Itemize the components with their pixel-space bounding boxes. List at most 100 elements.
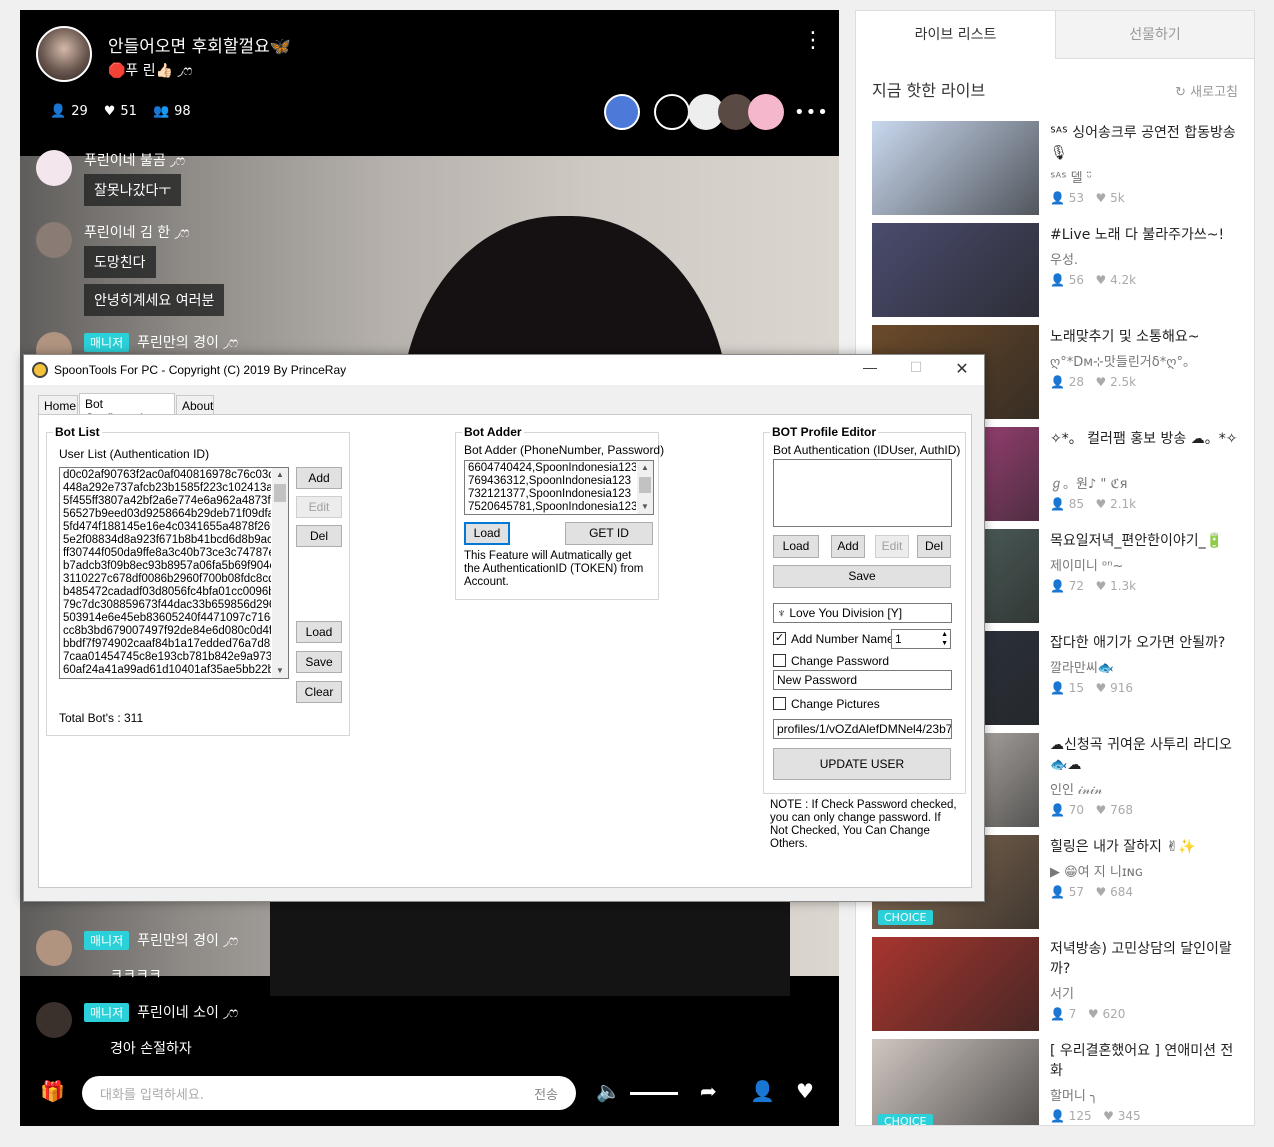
stream-stats: 👤 29 ♥ 51 👥 98 <box>50 104 191 119</box>
heart-icon: ♥ <box>1095 803 1111 817</box>
delete-bot-button[interactable]: Del <box>296 525 342 547</box>
top-listener-avatar[interactable] <box>654 94 690 130</box>
save-profile-button[interactable]: Save <box>773 565 951 588</box>
profile-name-field[interactable]: ♆ Love You Division [Y] <box>773 603 952 623</box>
scroll-down-icon[interactable]: ▼ <box>637 500 653 514</box>
live-card-title[interactable]: [ 우리결혼했어요 ] 연애미션 전화 <box>1050 1041 1242 1081</box>
live-card[interactable]: ᔆᴬᔆ 싱어송크루 공연전 합동방송🎙 ᔆᴬᔆ 델 ᵕ̈ 👤 53 ♥ 5k <box>872 121 1242 215</box>
live-thumbnail[interactable] <box>872 121 1039 215</box>
add-bot-button[interactable]: Add <box>296 467 342 489</box>
ellipsis-icon[interactable]: ••• <box>794 102 829 123</box>
load-profile-button[interactable]: Load <box>773 535 819 558</box>
live-thumbnail[interactable]: CHOICE <box>872 1039 1039 1125</box>
bot-adder-item[interactable]: 7520645781,SpoonIndonesia123 <box>468 501 636 514</box>
bot-adder-item[interactable]: 6604740424,SpoonIndonesia123 <box>468 462 636 475</box>
user-list-item[interactable]: 7caa01454745c8e193cb781b842e9a973fd <box>63 651 271 664</box>
user-list-item[interactable]: 503914e6e45eb83605240f4471097c716ed <box>63 612 271 625</box>
live-card-title[interactable]: ᔆᴬᔆ 싱어송크루 공연전 합동방송🎙 <box>1050 123 1242 163</box>
clear-bots-button[interactable]: Clear <box>296 681 342 703</box>
live-card-title[interactable]: ✧*。 컬러팸 홍보 방송 ☁。*✧ <box>1050 429 1242 449</box>
scroll-thumb[interactable] <box>274 484 286 502</box>
load-bots-button[interactable]: Load <box>296 621 342 643</box>
save-bots-button[interactable]: Save <box>296 651 342 673</box>
edit-profile-button[interactable]: Edit <box>875 535 909 558</box>
bot-adder-item[interactable]: 769436312,SpoonIndonesia123 <box>468 475 636 488</box>
user-list-scrollbar[interactable]: ▲ ▼ <box>272 468 288 678</box>
tab-gift[interactable]: 선물하기 <box>1055 11 1254 59</box>
user-list-item[interactable]: b7adcb3f09b8ec93b8957a06fa5b69f904ee <box>63 560 271 573</box>
live-card[interactable]: CHOICE [ 우리결혼했어요 ] 연애미션 전화 할머니 ╮ 👤 125 ♥ 34… <box>872 1039 1242 1125</box>
share-icon[interactable]: ➦ <box>700 1080 717 1102</box>
user-list-item[interactable]: 79c7dc308859673f44dac33b659856d2961 <box>63 599 271 612</box>
user-list-item[interactable]: 5fd474f188145e16e4c0341655a4878f269d <box>63 521 271 534</box>
top-listener-avatar[interactable] <box>604 94 640 130</box>
add-profile-button[interactable]: Add <box>831 535 865 558</box>
bot-auth-label: Bot Authentication (IDUser, AuthID) <box>773 443 961 457</box>
get-id-button[interactable]: GET ID <box>565 522 653 545</box>
volume-icon[interactable]: 🔈 <box>596 1080 621 1102</box>
tab-bot-configuration[interactable]: Bot Configuration <box>79 393 175 425</box>
change-pictures-checkbox[interactable] <box>773 697 786 710</box>
host-avatar[interactable] <box>36 26 92 82</box>
user-list-item[interactable]: b485472cadadf03d8056fc4bfa01cc0096bb <box>63 586 271 599</box>
top-listener-avatar[interactable] <box>748 94 784 130</box>
user-list-item[interactable]: 448a292e737afcb23b1585f223c102413a87 <box>63 482 271 495</box>
stepper-arrows-icon[interactable]: ▲ ▼ <box>941 630 948 648</box>
maximize-icon[interactable]: ☐ <box>904 359 928 381</box>
volume-slider[interactable] <box>630 1092 678 1095</box>
load-adder-button[interactable]: Load <box>464 522 510 545</box>
update-user-button[interactable]: UPDATE USER <box>773 748 951 780</box>
tab-live-list[interactable]: 라이브 리스트 <box>856 11 1055 59</box>
bot-auth-textarea[interactable] <box>773 459 952 527</box>
user-list-item[interactable]: cc8b3bd679007497f92de84e6d080c0d4f80 <box>63 625 271 638</box>
user-list-item[interactable]: d0c02af90763f2ac0af040816978c76c03d9 <box>63 469 271 482</box>
refresh-button[interactable]: ↻ 새로고침 <box>1175 81 1238 100</box>
user-list[interactable]: d0c02af90763f2ac0af040816978c76c03d9 448a… <box>59 467 289 679</box>
person-icon: 👤 <box>1050 579 1069 593</box>
tab-home[interactable]: Home <box>38 395 78 415</box>
kebab-menu-icon[interactable]: ⋮ <box>802 30 824 52</box>
change-password-checkbox[interactable] <box>773 654 786 667</box>
close-icon[interactable]: ✕ <box>950 359 974 381</box>
user-list-item[interactable]: 3110227c678df0086b2960f700b08fdc8cdff <box>63 573 271 586</box>
bot-adder-item[interactable]: 732121377,SpoonIndonesia123 <box>468 488 636 501</box>
bot-adder-list[interactable]: 6604740424,SpoonIndonesia123 769436312,Sp… <box>464 460 654 515</box>
add-number-checkbox[interactable]: ✓ <box>773 632 786 645</box>
user-list-item[interactable]: 60af24a41a99ad61d10401af35ae5bb22b6f <box>63 664 271 677</box>
live-card[interactable]: 저녁방송) 고민상담의 달인이랄까? 서기 👤 7 ♥ 620 <box>872 937 1242 1031</box>
user-list-item[interactable]: 5f455ff3807a42bf2a6e774e6a962a4873f17 <box>63 495 271 508</box>
live-card-title[interactable]: ☁신청곡 귀여운 사투리 라디오🐟☁ <box>1050 735 1242 775</box>
user-list-item[interactable]: ff30744f050da9ffe8a3c40b73ce3c74787ec <box>63 547 271 560</box>
live-card-title[interactable]: #Live 노래 다 불라주가쓰~! <box>1050 225 1242 245</box>
live-thumbnail[interactable] <box>872 937 1039 1031</box>
live-card-title[interactable]: 잡다한 애기가 오가면 안될까? <box>1050 633 1242 653</box>
live-card[interactable]: #Live 노래 다 불라주가쓰~! 우성. 👤 56 ♥ 4.2k <box>872 223 1242 317</box>
heart-icon[interactable]: ♥ <box>796 1080 814 1102</box>
bot-adder-note: This Feature will Autmatically get the A… <box>464 550 644 588</box>
live-thumbnail[interactable] <box>872 223 1039 317</box>
tab-about[interactable]: About <box>176 395 214 415</box>
scroll-thumb[interactable] <box>639 477 651 493</box>
new-password-field[interactable]: New Password <box>773 670 952 690</box>
delete-profile-button[interactable]: Del <box>917 535 951 558</box>
picture-path-field[interactable]: profiles/1/vOZdAlefDMNel4/23b7587 <box>773 719 952 739</box>
user-list-item[interactable]: 5e2f08834d8a923f671b8b41bcd6d8b9ac1b <box>63 534 271 547</box>
host-name[interactable]: 🛑푸 린👍🏻 ◞ෆ <box>108 60 192 80</box>
send-button[interactable]: 전송 <box>534 1084 558 1103</box>
live-card-title[interactable]: 저녁방송) 고민상담의 달인이랄까? <box>1050 939 1242 979</box>
user-list-item[interactable]: bbdf7f974902caaf84b1a17edded76a7d821 <box>63 638 271 651</box>
scroll-up-icon[interactable]: ▲ <box>272 468 288 482</box>
adder-scrollbar[interactable]: ▲ ▼ <box>637 461 653 514</box>
user-list-item[interactable]: 56527b9eed03d9258664b29deb71f09dfa01 <box>63 508 271 521</box>
live-card-title[interactable]: 힐링은 내가 잘하지 ✌✨ <box>1050 837 1242 857</box>
scroll-down-icon[interactable]: ▼ <box>272 664 288 678</box>
profile-icon[interactable]: 👤 <box>750 1080 775 1102</box>
minimize-icon[interactable]: — <box>858 359 882 381</box>
gift-icon[interactable]: 🎁 <box>40 1080 65 1102</box>
chat-input[interactable]: 대화를 입력하세요. 전송 <box>82 1076 576 1110</box>
scroll-up-icon[interactable]: ▲ <box>637 461 653 475</box>
edit-bot-button[interactable]: Edit <box>296 496 342 518</box>
number-stepper[interactable]: 1 ▲ ▼ <box>891 629 951 649</box>
live-card-title[interactable]: 노래맞추기 및 소통해요~ <box>1050 327 1242 347</box>
live-card-title[interactable]: 목요일저녁_편안한이야기_🔋 <box>1050 531 1242 551</box>
